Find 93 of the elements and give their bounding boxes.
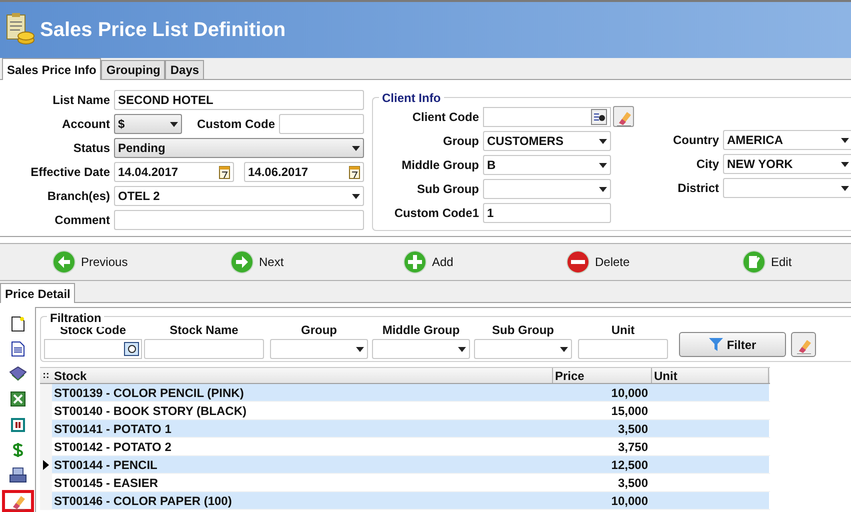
- field-label: City: [695, 156, 720, 173]
- column-header[interactable]: Stock: [52, 368, 553, 383]
- dropdown-caret-icon: [599, 138, 607, 144]
- lookup-icon[interactable]: [124, 342, 139, 356]
- table-cell: 10,000: [553, 492, 652, 509]
- filter-label: Sub Group: [492, 322, 554, 339]
- dropdown-caret-icon: [170, 122, 178, 126]
- field-label: Middle Group: [400, 157, 480, 174]
- custom-code-field[interactable]: [279, 114, 364, 134]
- dollar-icon[interactable]: [12, 442, 24, 458]
- field-label: Branch(es): [46, 188, 111, 205]
- table-cell: 10,000: [553, 384, 652, 401]
- document-icon[interactable]: [10, 340, 24, 357]
- new-document-icon[interactable]: [10, 316, 24, 332]
- date-field[interactable]: 14.06.2017: [244, 162, 364, 182]
- filter-button[interactable]: Filter: [679, 332, 786, 357]
- grid-corner: ::: [42, 369, 50, 383]
- pause-icon[interactable]: [10, 418, 24, 432]
- filter-field[interactable]: [144, 339, 264, 359]
- add-icon: [403, 250, 427, 274]
- status-dropdown[interactable]: Pending: [114, 138, 364, 158]
- next-icon: [230, 250, 254, 274]
- client-code-field[interactable]: [483, 106, 611, 126]
- tab[interactable]: Grouping: [101, 60, 166, 79]
- calendar-icon[interactable]: [349, 165, 360, 179]
- field-label: District: [676, 180, 720, 197]
- filter-label: Stock Name: [170, 322, 238, 339]
- table-cell: ST00144 - PENCIL: [52, 456, 553, 473]
- field-label: Comment: [54, 212, 111, 229]
- country-dropdown[interactable]: AMERICA: [723, 130, 851, 150]
- field-label: Country: [672, 132, 720, 149]
- dropdown-caret-icon: [841, 162, 849, 166]
- filter-label: Middle Group: [382, 322, 460, 339]
- table-cell: 3,500: [553, 420, 652, 437]
- field-label: Client Code: [411, 108, 480, 126]
- branches-dropdown[interactable]: OTEL 2: [114, 186, 364, 206]
- dropdown-caret-icon: [356, 346, 364, 352]
- clear-filter-button[interactable]: [791, 332, 816, 357]
- column-header[interactable]: Price: [553, 368, 652, 383]
- window-title: Sales Price List Definition: [40, 18, 286, 43]
- table-cell: ST00141 - POTATO 1: [52, 420, 553, 437]
- row-header-cell[interactable]: [40, 492, 52, 509]
- field-label: Group: [442, 133, 480, 150]
- comment-field[interactable]: [114, 210, 364, 230]
- table-cell: 12,500: [553, 456, 652, 473]
- field-label: Sub Group: [416, 181, 480, 198]
- field-label: Custom Code: [196, 116, 276, 133]
- nav-button[interactable]: Next: [230, 250, 284, 274]
- middle-group-dropdown[interactable]: B: [483, 155, 611, 175]
- table-cell: ST00139 - COLOR PENCIL (PINK): [52, 384, 553, 401]
- dropdown-caret-icon: [560, 346, 568, 352]
- lookup-icon[interactable]: [591, 108, 607, 124]
- calendar-icon[interactable]: [219, 165, 230, 179]
- dropdown-caret-icon: [352, 194, 360, 198]
- filter-label: Group: [301, 322, 337, 339]
- delete-icon: [566, 250, 590, 274]
- printer-icon[interactable]: [8, 467, 26, 484]
- row-header-cell[interactable]: [40, 384, 52, 401]
- spreadsheet-icon[interactable]: [10, 391, 26, 408]
- table-cell: ST00146 - COLOR PAPER (100): [52, 492, 553, 509]
- filter-field[interactable]: [578, 339, 668, 359]
- tab[interactable]: Days: [165, 60, 204, 79]
- group-dropdown[interactable]: CUSTOMERS: [483, 131, 611, 151]
- stock-code-field[interactable]: [44, 339, 142, 359]
- field-label: Account: [61, 116, 111, 133]
- dropdown-caret-icon: [599, 186, 607, 192]
- clear-button[interactable]: [613, 106, 634, 127]
- nav-button[interactable]: Previous: [52, 250, 128, 274]
- nav-button[interactable]: Edit: [742, 250, 792, 274]
- tab[interactable]: Sales Price Info: [2, 58, 102, 80]
- city-dropdown[interactable]: NEW YORK: [723, 154, 851, 174]
- field-label: Custom Code1: [393, 205, 480, 222]
- dropdown-caret-icon: [841, 138, 849, 142]
- funnel-icon: [708, 338, 723, 351]
- field-label: List Name: [52, 92, 111, 109]
- account-dropdown[interactable]: $: [114, 114, 182, 134]
- current-row-icon: [43, 460, 49, 470]
- dropdown-caret-icon: [599, 162, 607, 168]
- field-label: Effective Date: [30, 164, 111, 181]
- nav-button[interactable]: Add: [403, 250, 454, 274]
- dropdown-caret-icon: [841, 186, 849, 190]
- date-field[interactable]: 14.04.2017: [114, 162, 234, 182]
- custom-code1-field[interactable]: 1: [483, 203, 611, 223]
- column-header[interactable]: Unit: [652, 368, 769, 383]
- dropdown-caret-icon: [458, 346, 466, 352]
- edit-icon: [742, 250, 766, 274]
- tab[interactable]: Price Detail: [0, 283, 76, 303]
- dropdown-caret-icon: [352, 146, 360, 150]
- field-label: Status: [72, 140, 111, 157]
- filter-label: Unit: [611, 322, 635, 339]
- previous-icon: [52, 250, 76, 274]
- nav-button[interactable]: Delete: [566, 250, 630, 274]
- list-name-field[interactable]: SECOND HOTEL: [114, 90, 364, 110]
